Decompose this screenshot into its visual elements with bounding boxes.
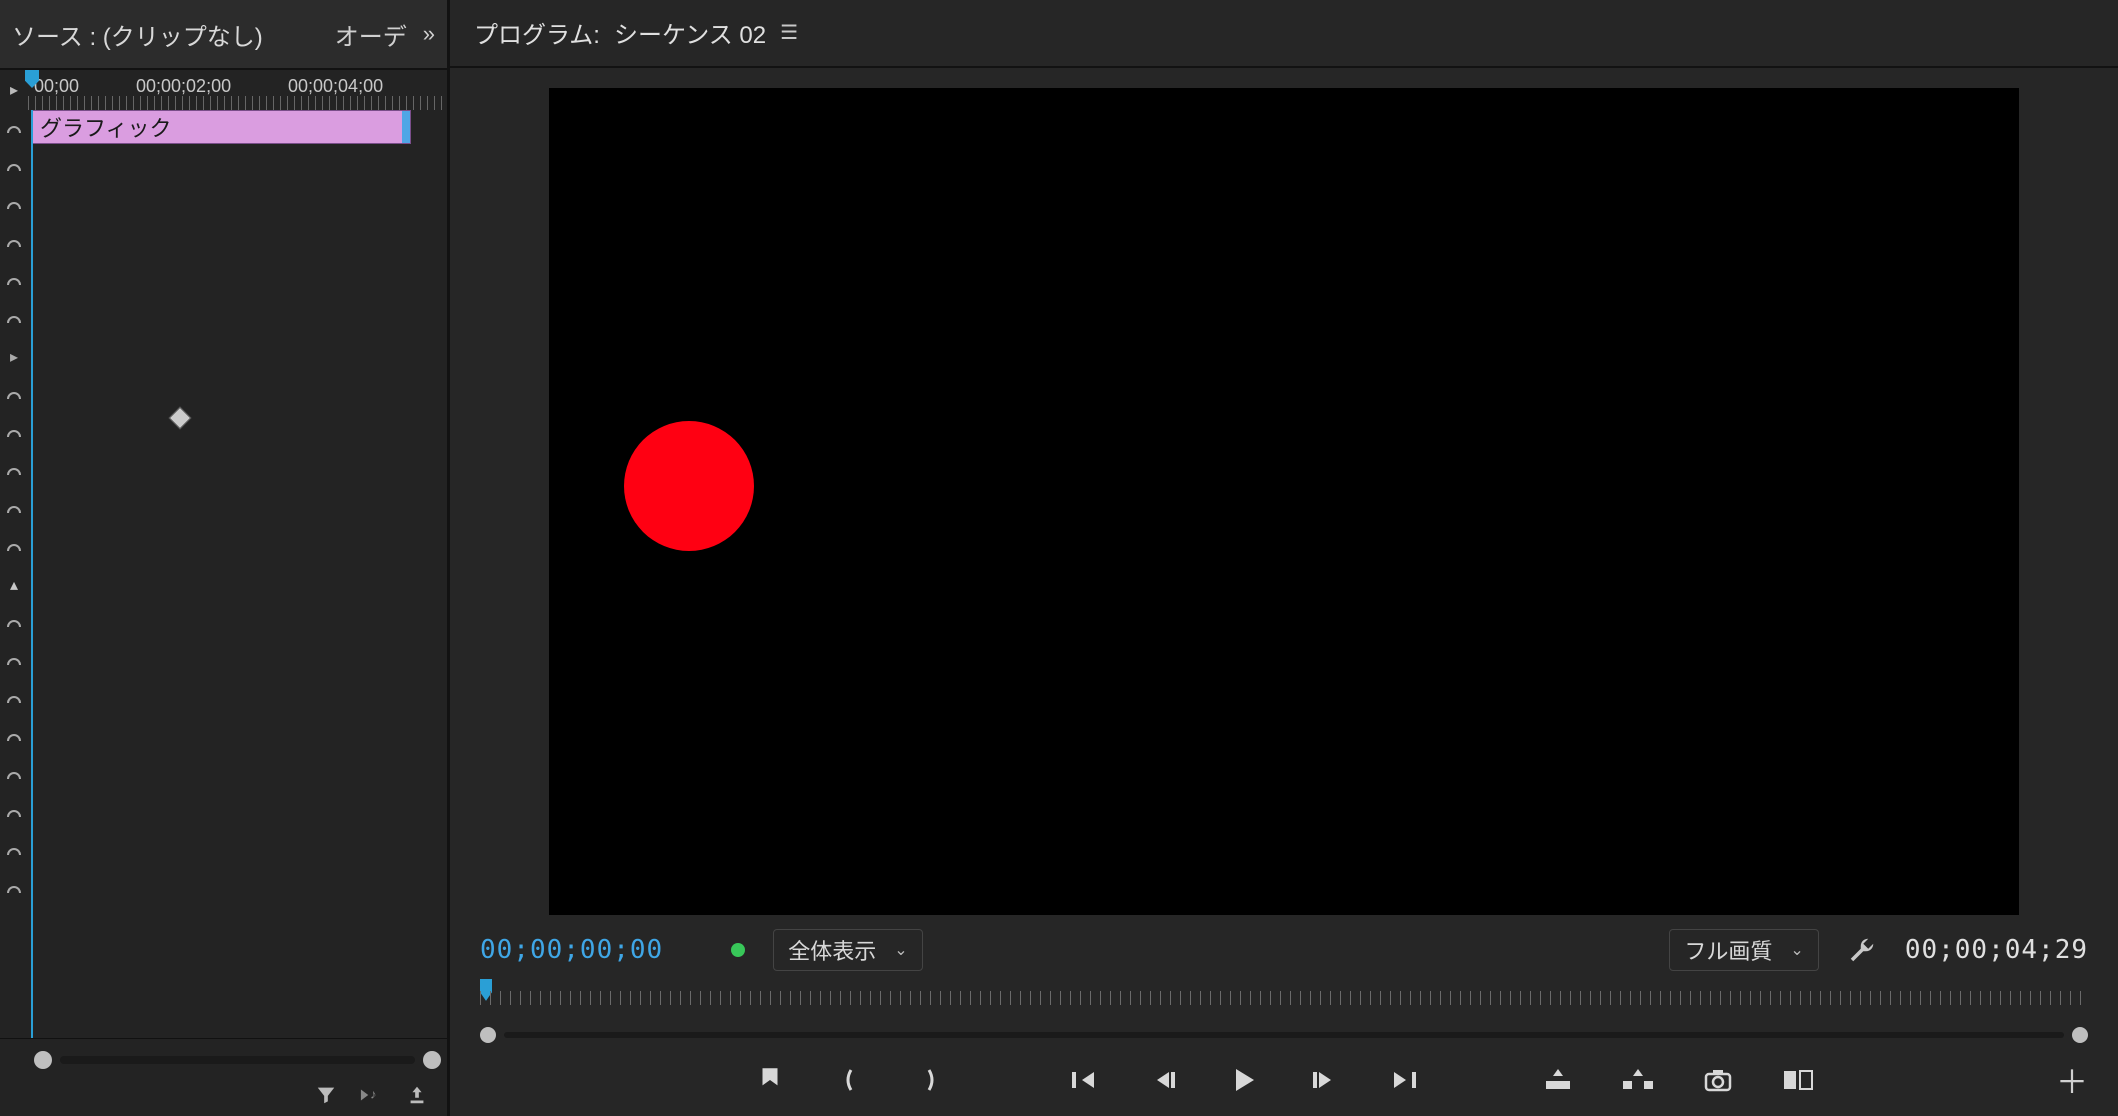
- source-panel: ソース : (クリップなし) オーデ » ▸ 00;00 00;00;02;00…: [0, 0, 450, 1116]
- export-frame-button[interactable]: [1700, 1062, 1736, 1098]
- source-panel-header: ソース : (クリップなし) オーデ »: [0, 0, 447, 70]
- extract-button[interactable]: [1620, 1062, 1656, 1098]
- stopwatch-icon[interactable]: [0, 870, 28, 908]
- effect-timeline-ruler[interactable]: 00;00 00;00;02;00 00;00;04;00: [28, 70, 447, 110]
- ruler-label: 00;00;02;00: [136, 76, 231, 97]
- stopwatch-icon[interactable]: [0, 148, 28, 186]
- effect-playhead[interactable]: [31, 110, 33, 1038]
- play-button[interactable]: [1226, 1062, 1262, 1098]
- stopwatch-icon[interactable]: [0, 186, 28, 224]
- stopwatch-icon[interactable]: [0, 680, 28, 718]
- expand-arrow-icon[interactable]: ▸: [0, 338, 28, 376]
- panel-menu-icon[interactable]: ☰: [780, 20, 798, 45]
- scroll-track[interactable]: [504, 1032, 2064, 1038]
- source-title: ソース : (クリップなし): [12, 17, 319, 52]
- step-forward-button[interactable]: [1306, 1062, 1342, 1098]
- lift-button[interactable]: [1540, 1062, 1576, 1098]
- zoom-level-label: 全体表示: [788, 934, 876, 966]
- go-to-in-button[interactable]: [1066, 1062, 1102, 1098]
- scroll-track[interactable]: [60, 1056, 415, 1064]
- zoom-level-dropdown[interactable]: 全体表示 ⌄: [773, 929, 922, 971]
- dropped-frame-indicator-icon: [731, 943, 745, 957]
- expand-arrow-icon[interactable]: ▸: [0, 70, 28, 110]
- stopwatch-icon[interactable]: [0, 452, 28, 490]
- playback-resolution-dropdown[interactable]: フル画質 ⌄: [1669, 929, 1818, 971]
- effect-zoom-scroll[interactable]: [28, 1046, 447, 1074]
- stopwatch-icon[interactable]: [0, 832, 28, 870]
- zoom-handle-right[interactable]: [423, 1051, 441, 1069]
- stopwatch-icon[interactable]: [0, 794, 28, 832]
- overflow-chevrons-icon[interactable]: »: [423, 21, 435, 47]
- stopwatch-icon[interactable]: [0, 718, 28, 756]
- add-marker-button[interactable]: [752, 1062, 788, 1098]
- stopwatch-icon[interactable]: [0, 262, 28, 300]
- property-toggle-column: ▸ ▴: [0, 110, 28, 1038]
- filter-icon[interactable]: [315, 1084, 337, 1106]
- program-timeline-ruler[interactable]: [480, 979, 2088, 1025]
- stopwatch-icon[interactable]: [0, 642, 28, 680]
- go-to-out-button[interactable]: [1386, 1062, 1422, 1098]
- settings-wrench-icon[interactable]: [1847, 935, 1877, 965]
- clip-bar[interactable]: グラフィック: [31, 110, 411, 144]
- program-zoom-scroll[interactable]: [480, 1025, 2088, 1044]
- graphic-shape-circle[interactable]: [624, 421, 754, 551]
- stopwatch-icon[interactable]: [0, 756, 28, 794]
- stopwatch-icon[interactable]: [0, 224, 28, 262]
- program-monitor-canvas[interactable]: [549, 88, 2019, 915]
- mark-in-button[interactable]: [832, 1062, 868, 1098]
- zoom-handle-left[interactable]: [34, 1051, 52, 1069]
- zoom-handle-left[interactable]: [480, 1027, 496, 1043]
- keyframe-marker-icon[interactable]: [169, 407, 192, 430]
- stopwatch-icon[interactable]: [0, 414, 28, 452]
- svg-text:♪: ♪: [370, 1087, 376, 1102]
- chevron-down-icon: ⌄: [1790, 940, 1803, 960]
- ruler-label: 00;00;04;00: [288, 76, 383, 97]
- chevron-down-icon: ⌄: [894, 940, 907, 960]
- comparison-view-button[interactable]: [1780, 1062, 1816, 1098]
- stopwatch-icon[interactable]: [0, 528, 28, 566]
- resolution-label: フル画質: [1684, 934, 1772, 966]
- program-panel-header: プログラム: シーケンス 02 ☰: [450, 0, 2118, 68]
- clip-label: グラフィック: [40, 111, 172, 143]
- program-title-prefix: プログラム:: [474, 15, 600, 50]
- stopwatch-icon[interactable]: [0, 604, 28, 642]
- export-icon[interactable]: [405, 1084, 429, 1106]
- sequence-name: シーケンス 02: [614, 15, 766, 50]
- mark-out-button[interactable]: [912, 1062, 948, 1098]
- source-tab-audio[interactable]: オーデ: [335, 17, 407, 52]
- program-info-row: 00;00;00;00 全体表示 ⌄ フル画質 ⌄ 00;00;04;29: [450, 925, 2118, 975]
- ruler-label: 00;00: [34, 76, 79, 97]
- stopwatch-icon[interactable]: [0, 300, 28, 338]
- timecode-duration[interactable]: 00;00;04;29: [1905, 935, 2088, 965]
- zoom-handle-right[interactable]: [2072, 1027, 2088, 1043]
- step-back-button[interactable]: [1146, 1062, 1182, 1098]
- stopwatch-icon[interactable]: [0, 110, 28, 148]
- collapse-arrow-icon[interactable]: ▴: [0, 566, 28, 604]
- clip-out-handle[interactable]: [402, 111, 410, 143]
- button-editor-icon[interactable]: ＋: [2056, 1057, 2088, 1103]
- program-panel: プログラム: シーケンス 02 ☰ 00;00;00;00 全体表示 ⌄ フル画…: [450, 0, 2118, 1116]
- timecode-current[interactable]: 00;00;00;00: [480, 935, 663, 965]
- transport-controls: ＋: [450, 1045, 2118, 1116]
- keyframe-area[interactable]: グラフィック: [28, 110, 447, 1038]
- stopwatch-icon[interactable]: [0, 490, 28, 528]
- play-audio-only-icon[interactable]: ♪: [357, 1084, 385, 1106]
- stopwatch-icon[interactable]: [0, 376, 28, 414]
